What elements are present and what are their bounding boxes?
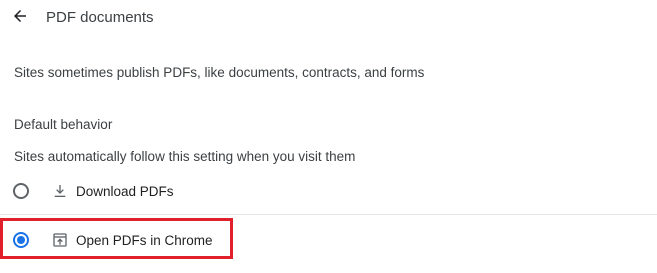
option-download-pdfs[interactable]: Download PDFs [0, 168, 657, 214]
option-label-download: Download PDFs [76, 183, 174, 199]
divider [0, 214, 657, 215]
default-behavior-heading: Default behavior [14, 117, 113, 132]
download-icon [51, 182, 69, 200]
page-header: PDF documents [0, 0, 657, 40]
page-description: Sites sometimes publish PDFs, like docum… [14, 65, 425, 80]
arrow-back-icon [11, 7, 29, 30]
option-open-in-chrome[interactable]: Open PDFs in Chrome [0, 217, 657, 263]
radio-open-in-chrome[interactable] [13, 232, 29, 248]
radio-download-pdfs[interactable] [13, 183, 29, 199]
default-behavior-subtitle: Sites automatically follow this setting … [14, 149, 356, 164]
back-button[interactable] [8, 6, 32, 30]
open-in-browser-icon [51, 231, 69, 249]
page-title: PDF documents [46, 9, 154, 26]
option-label-open-in-chrome: Open PDFs in Chrome [76, 232, 213, 248]
